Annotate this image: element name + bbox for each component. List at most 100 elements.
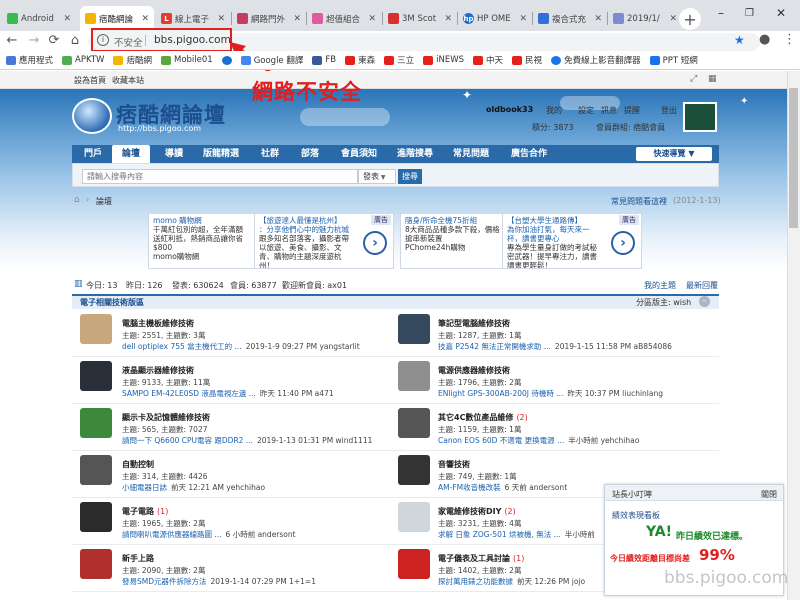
security-label[interactable]: 不安全 (114, 35, 143, 49)
category-name[interactable]: 自動控制 (122, 459, 157, 470)
bookmark-fb[interactable]: FB (312, 55, 336, 65)
category-icon[interactable] (398, 502, 430, 532)
new-tab-button[interactable]: + (679, 8, 701, 30)
bookmark-ettv[interactable]: 東森 (345, 54, 375, 66)
last-post-link[interactable]: dell optiplex 755 當主機代工的 ... (122, 342, 242, 351)
set-homepage-link[interactable]: 設為首頁 (74, 75, 106, 86)
home-button[interactable]: ⌂ (67, 33, 83, 48)
ad-formosa[interactable]: 廣告 【台塑大學生通路傳】 為你加油打氣，每天來一杯，讀書更專心 專為學生量身訂做的… (502, 213, 642, 269)
close-icon[interactable]: ✕ (669, 14, 677, 24)
close-icon[interactable]: ✕ (444, 14, 452, 24)
user-points[interactable]: 積分: 3873 (532, 122, 574, 133)
category-icon[interactable] (398, 314, 430, 344)
category-icon[interactable] (80, 314, 112, 344)
user-avatar[interactable] (683, 102, 717, 132)
latest-replies-link[interactable]: 最新回覆 (686, 280, 718, 291)
bookmark-hp[interactable] (221, 55, 232, 65)
my-topics-link[interactable]: 我的主題 (644, 280, 676, 291)
notice-link[interactable]: 常見問題看這裡 (611, 196, 667, 207)
last-post-link[interactable]: 小細電器日誌 (122, 483, 167, 492)
nav-portal[interactable]: 門戶 (74, 145, 112, 163)
logout-link[interactable]: 登出 (661, 105, 677, 116)
category-name[interactable]: 家電維修技術DIY (2) (438, 506, 516, 517)
last-post-link[interactable]: 發易SMD元器件拆除方法 (122, 577, 207, 586)
category-icon[interactable] (398, 455, 430, 485)
site-logo-icon[interactable] (72, 98, 112, 134)
popup-heading[interactable]: 績效表現看板 (612, 510, 660, 521)
settings-link[interactable]: 設定 (578, 105, 594, 116)
grid-icon[interactable]: ▦ (708, 74, 717, 84)
bookmark-pigoo[interactable]: 痞酷網 (113, 54, 152, 66)
category-icon[interactable] (80, 502, 112, 532)
close-icon[interactable]: ✕ (368, 14, 376, 24)
chevron-right-icon[interactable]: › (363, 231, 387, 255)
search-button[interactable]: 搜尋 (398, 169, 422, 184)
expand-icon[interactable]: ⤢ (690, 74, 697, 84)
reminders-link[interactable]: 提醒 (624, 105, 640, 116)
nav-forum[interactable]: 論壇 (112, 145, 150, 163)
last-post-link[interactable]: AM-FM收音機改裝 (438, 483, 501, 492)
scrollbar-thumb[interactable] (789, 88, 798, 228)
bookmark-site-link[interactable]: 收藏本站 (112, 75, 144, 86)
category-name[interactable]: 電源供應器維修技術 (438, 365, 513, 376)
tab-hp[interactable]: hp HP OME ✕ (458, 6, 532, 31)
bookmark-translator[interactable]: 免費線上影音翻譯器 (551, 54, 641, 66)
menu-icon[interactable]: ⋮ (783, 32, 796, 47)
nav-advanced-search[interactable]: 進階搜尋 (390, 145, 440, 163)
nav-featured[interactable]: 版龍精選 (196, 145, 246, 163)
bookmark-apktw[interactable]: APKTW (62, 55, 104, 65)
last-post-link[interactable]: 探討萬用錶之功能數據 (438, 577, 513, 586)
bookmark-mobile01[interactable]: Mobile01 (160, 55, 213, 65)
nav-member-notes[interactable]: 會員須知 (334, 145, 384, 163)
category-icon[interactable] (80, 408, 112, 438)
tab-android[interactable]: Android ✕ (2, 6, 76, 31)
tab-network[interactable]: 網路門外 ✕ (232, 6, 306, 31)
tab-bundle[interactable]: 超值組合 ✕ (307, 6, 381, 31)
close-icon[interactable]: ✕ (217, 14, 225, 24)
last-post-link[interactable]: SAMPO EM-42LE0SD 液晶電視左邊 ... (122, 389, 256, 398)
section-title[interactable]: 電子相關技術版區 (80, 297, 144, 308)
tab-2019[interactable]: 2019/1/ ✕ (608, 6, 682, 31)
category-icon[interactable] (80, 549, 112, 579)
minimize-button[interactable]: – (718, 6, 724, 20)
bookmark-apps[interactable]: 應用程式 (6, 54, 53, 66)
nav-blog[interactable]: 部落 (292, 145, 328, 163)
close-icon[interactable]: ✕ (63, 14, 71, 24)
popup-close-button[interactable]: 關閉 (761, 489, 777, 500)
nav-advertise[interactable]: 廣告合作 (504, 145, 554, 163)
breadcrumb-current[interactable]: 論壇 (96, 196, 112, 207)
close-icon[interactable]: ✕ (519, 14, 527, 24)
search-input[interactable] (82, 169, 358, 184)
tab-charger[interactable]: 複合式充 ✕ (533, 6, 607, 31)
nav-community[interactable]: 社群 (252, 145, 288, 163)
stats-welcome[interactable]: 歡迎新會員: ax01 (282, 280, 347, 291)
category-icon[interactable] (398, 549, 430, 579)
category-name[interactable]: 電子電路 (1) (122, 506, 168, 517)
last-post-link[interactable]: 請問喇叭電源供應器線路圖 ... (122, 530, 222, 539)
star-icon[interactable]: ★ (734, 33, 745, 47)
bookmark-ctitv[interactable]: 中天 (473, 54, 503, 66)
quick-nav-button[interactable]: 快速導覽 ▼ (636, 147, 712, 161)
forward-button[interactable]: → (26, 33, 42, 48)
bookmark-inews[interactable]: iNEWS (423, 55, 464, 65)
my-link[interactable]: 我的 (546, 105, 562, 116)
category-name[interactable]: 液晶顯示器維修技術 (122, 365, 197, 376)
user-name[interactable]: oldbook33 (486, 105, 533, 114)
last-post-link[interactable]: ENlight GPS-300AB-200J 待機時 ... (438, 389, 563, 398)
tab-3m[interactable]: 3M Scot ✕ (383, 6, 457, 31)
collapse-icon[interactable]: – (699, 296, 710, 307)
category-name[interactable]: 筆記型電腦維修技術 (438, 318, 513, 329)
bookmark-google-translate[interactable]: Google 翻譯 (240, 54, 303, 66)
last-post-link[interactable]: Canon EOS 60D 不適電 更換電源 ... (438, 436, 564, 445)
category-icon[interactable] (80, 361, 112, 391)
nav-guide[interactable]: 導讀 (156, 145, 192, 163)
close-window-button[interactable]: ✕ (776, 6, 786, 20)
reload-button[interactable]: ⟳ (46, 33, 62, 48)
last-post-link[interactable]: 請問一下 Q6600 CPU電容 跟DDR2 ... (122, 436, 253, 445)
last-post-link[interactable]: 求解 日象 ZOG-501 烘被機, 無法 ... (438, 530, 561, 539)
category-name[interactable]: 音響技術 (438, 459, 473, 470)
last-post-link[interactable]: 技嘉 P2542 無法正常開機求助 ... (438, 342, 551, 351)
category-icon[interactable] (80, 455, 112, 485)
category-name[interactable]: 新手上路 (122, 553, 157, 564)
category-name[interactable]: 電腦主機板維修技術 (122, 318, 197, 329)
